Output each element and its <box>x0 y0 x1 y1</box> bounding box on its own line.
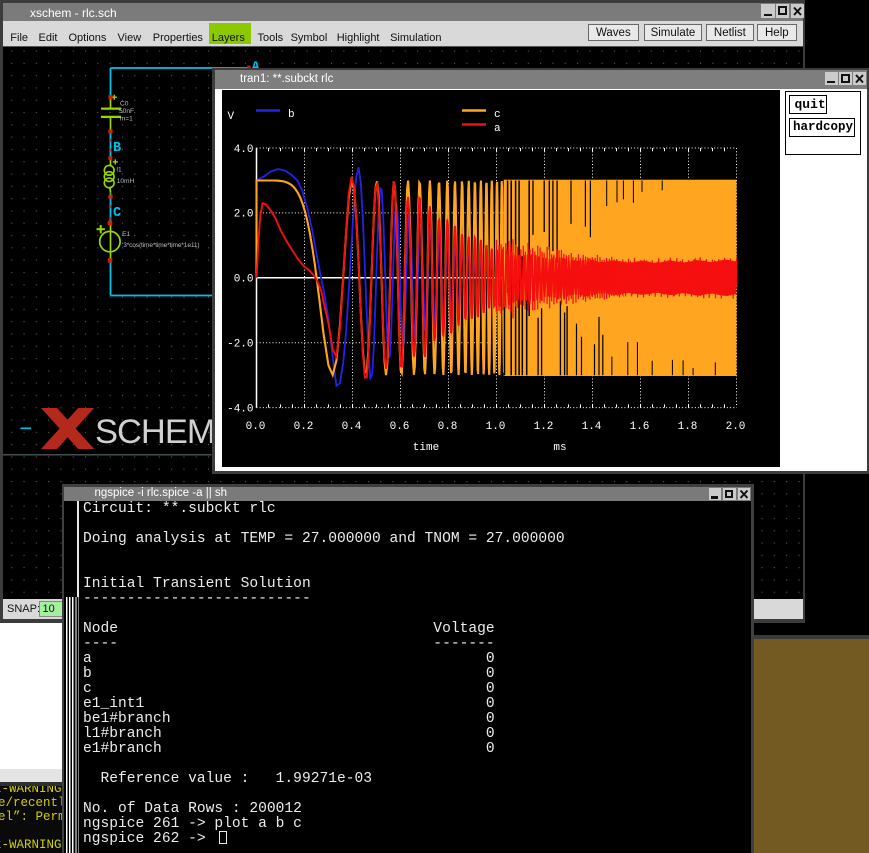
svg-text:E1: E1 <box>122 231 130 238</box>
svg-text:time: time <box>413 442 439 454</box>
svg-text:a: a <box>494 123 501 135</box>
svg-text:1.4: 1.4 <box>582 421 602 433</box>
svg-text:0.6: 0.6 <box>390 421 410 433</box>
svg-text:1.6: 1.6 <box>630 421 650 433</box>
svg-text:B: B <box>113 141 121 156</box>
svg-text:0.4: 0.4 <box>342 421 362 433</box>
svg-text:-4.0: -4.0 <box>227 403 253 415</box>
svg-text:'3*cos(time*time*time*1e11): '3*cos(time*time*time*1e11) <box>122 242 199 249</box>
svg-text:SCHEM: SCHEM <box>95 413 215 451</box>
svg-text:l1: l1 <box>116 166 121 173</box>
svg-text:1.0: 1.0 <box>486 421 506 433</box>
svg-text:0.2: 0.2 <box>294 421 314 433</box>
svg-text:m=1: m=1 <box>119 116 132 123</box>
svg-text:-2.0: -2.0 <box>227 339 253 351</box>
svg-text:V: V <box>228 111 235 123</box>
svg-text:ms: ms <box>553 442 566 454</box>
svg-text:C0: C0 <box>120 101 129 108</box>
svg-text:c: c <box>494 109 501 121</box>
svg-text:C: C <box>113 206 121 221</box>
svg-text:10mH: 10mH <box>116 178 134 185</box>
svg-text:0.8: 0.8 <box>438 421 458 433</box>
svg-text:50nF: 50nF <box>119 108 134 115</box>
svg-text:1.8: 1.8 <box>678 421 698 433</box>
svg-text:1.2: 1.2 <box>534 421 554 433</box>
svg-text:2.0: 2.0 <box>726 421 746 433</box>
svg-text:0.0: 0.0 <box>246 421 266 433</box>
svg-text:b: b <box>288 109 295 121</box>
svg-text:0.0: 0.0 <box>234 274 254 286</box>
svg-text:4.0: 4.0 <box>234 144 254 156</box>
svg-text:2.0: 2.0 <box>234 209 254 221</box>
